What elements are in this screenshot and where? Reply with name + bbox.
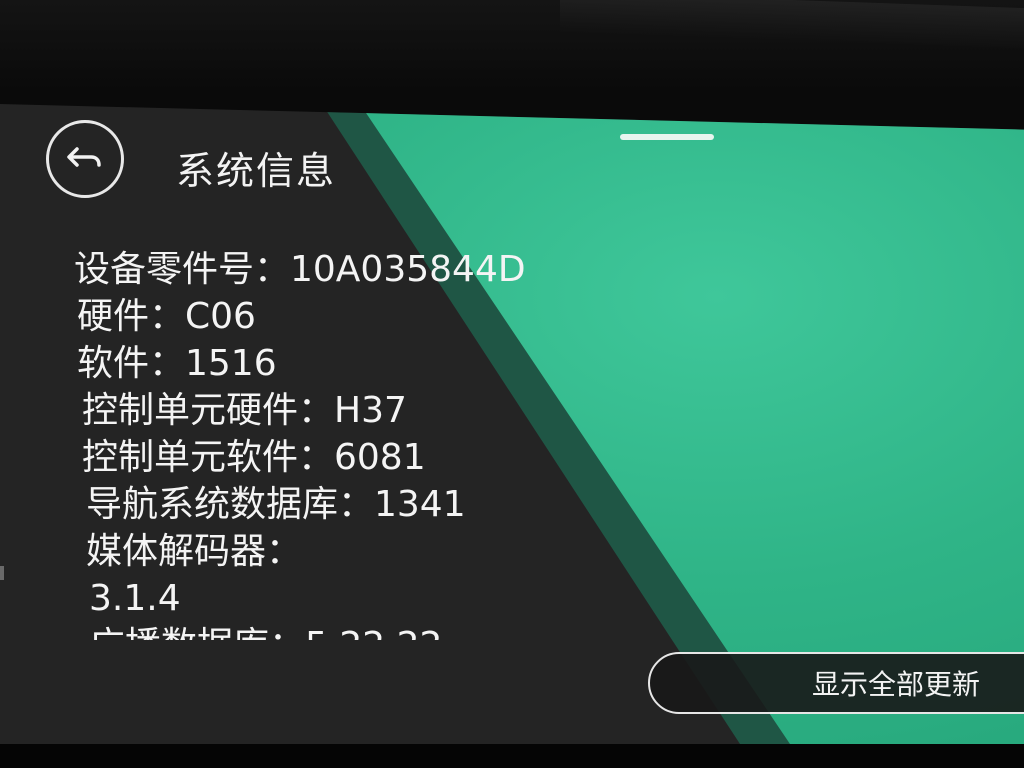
bezel-edge-marker: [0, 566, 4, 580]
info-navigation-database: 导航系统数据库：1341: [86, 484, 466, 525]
info-hardware: 硬件：C06: [77, 296, 256, 337]
back-arrow-icon: [67, 147, 101, 167]
show-all-updates-button[interactable]: 显示全部更新: [648, 652, 1024, 714]
info-media-decoder-label: 媒体解码器：: [86, 531, 303, 572]
info-part-number: 设备零件号：10A035844D: [74, 249, 526, 290]
info-radio-database: 广播数据库：5.22.22: [74, 622, 674, 640]
show-all-updates-label: 显示全部更新: [812, 668, 981, 701]
page-title: 系统信息: [176, 149, 337, 193]
system-info-list[interactable]: 设备零件号：10A035844D 硬件：C06 软件：1516 控制单元硬件：H…: [74, 246, 674, 640]
back-button[interactable]: [46, 120, 124, 198]
info-media-decoder-version: 3.1.4: [89, 578, 181, 619]
info-software: 软件：1516: [77, 343, 277, 384]
info-control-unit-hardware: 控制单元硬件：H37: [82, 390, 407, 431]
info-control-unit-software: 控制单元软件：6081: [82, 437, 426, 478]
infotainment-screen: 系统信息 设备零件号：10A035844D 硬件：C06 软件：1516 控制单…: [0, 104, 1024, 744]
drag-handle[interactable]: [620, 134, 714, 140]
